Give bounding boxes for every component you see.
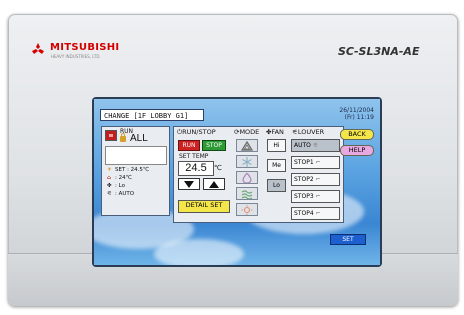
louver-position-icon: ⌐ [315, 159, 321, 166]
stat-room-temp-text: : 24℃ [115, 175, 132, 181]
screen-title: CHANGE [1F LOBBY G1] [100, 109, 204, 121]
louver-stop2-button[interactable]: STOP2 ⌐ [291, 173, 340, 186]
set-button[interactable]: SET [330, 234, 366, 245]
mode-header-label: MODE [239, 128, 260, 136]
date-label: 26/11/2004 [339, 107, 374, 114]
stop-button[interactable]: STOP [202, 140, 226, 151]
louver-auto-button[interactable]: AUTO ⚟ [291, 139, 340, 152]
sun-mode-icon [241, 205, 253, 215]
brand-subtitle: HEAVY INDUSTRIES, LTD. [51, 54, 101, 59]
triangle-down-icon [184, 181, 194, 188]
detail-set-button[interactable]: DETAIL SET [178, 200, 230, 213]
temp-unit: ℃ [214, 164, 222, 172]
stat-set-temp: ☀ SET : 24.5℃ [107, 167, 149, 173]
stat-louver: ⚟: AUTO [107, 191, 134, 197]
mitsubishi-diamonds-icon [32, 43, 44, 54]
louver-position-icon: ⌐ [315, 193, 321, 200]
stat-room-temp: ⌂ : 24℃ [107, 175, 132, 181]
louver-stop3-button[interactable]: STOP3 ⌐ [291, 190, 340, 203]
snowflake-icon [242, 157, 252, 167]
stat-louver-text: : AUTO [115, 191, 135, 197]
run-indicator-icon [105, 130, 117, 141]
remote-controller: MITSUBISHI HEAVY INDUSTRIES, LTD. SC-SL3… [8, 14, 458, 306]
mode-header: ⟳MODE [234, 128, 259, 136]
louver-position-icon: ⌐ [315, 210, 321, 217]
fan-lo-button[interactable]: Lo [267, 179, 286, 192]
mode-dry-button[interactable] [236, 171, 258, 184]
controls-panel: ⏻RUN/STOP ⟳MODE ✤FAN ⚟LOUVER RUN STOP SE… [173, 126, 344, 223]
stat-set-temp-text: SET : 24.5℃ [115, 167, 150, 173]
set-temp-label: SET TEMP [179, 153, 209, 160]
help-button[interactable]: HELP [340, 145, 374, 156]
louver-stop4-label: STOP4 [294, 210, 314, 217]
mode-fan-button[interactable] [236, 187, 258, 200]
louver-position-icon: ⌐ [315, 176, 321, 183]
run-stop-header-label: RUN/STOP [182, 128, 216, 136]
cloud-decoration [154, 239, 244, 265]
fan-icon: ✤ [107, 183, 112, 189]
louver-stop2-label: STOP2 [294, 176, 314, 183]
auto-mode-icon [241, 141, 253, 151]
louver-stop1-button[interactable]: STOP1 ⌐ [291, 156, 340, 169]
fan-me-button[interactable]: Me [267, 159, 286, 172]
mode-auto-button[interactable] [236, 139, 258, 152]
mode-heat-button[interactable] [236, 203, 258, 216]
back-button[interactable]: BACK [340, 129, 374, 140]
time-label: (Fr) 11:19 [344, 114, 374, 121]
brand-name: MITSUBISHI [50, 42, 120, 53]
louver-stop3-label: STOP3 [294, 193, 314, 200]
run-button[interactable]: RUN [178, 140, 200, 151]
triangle-up-icon [209, 181, 219, 188]
louver-stop1-label: STOP1 [294, 159, 314, 166]
house-icon: ⌂ [107, 175, 111, 181]
louver-header: ⚟LOUVER [292, 128, 324, 136]
lock-icon [120, 133, 126, 142]
fan-hi-button[interactable]: Hi [267, 139, 286, 152]
louver-header-label: LOUVER [297, 128, 325, 136]
stat-fan: ✤: Lo [107, 183, 125, 189]
date-time: 26/11/2004 (Fr) 11:19 [339, 107, 374, 121]
group-label: ALL [130, 133, 148, 144]
set-temp-value: 24.5 [178, 161, 214, 176]
temp-up-button[interactable] [203, 178, 225, 190]
fan-header-label: FAN [271, 128, 284, 136]
stat-fan-text: : Lo [115, 183, 125, 189]
louver-swing-icon: ⚟ [312, 142, 319, 149]
louver-icon: ⚟ [107, 191, 112, 197]
sun-icon: ☀ [107, 167, 112, 173]
screen-bezel: CHANGE [1F LOBBY G1] 26/11/2004 (Fr) 11:… [92, 97, 382, 267]
louver-auto-label: AUTO [294, 142, 311, 149]
droplet-icon [242, 173, 252, 183]
message-box [105, 146, 167, 165]
run-stop-header: ⏻RUN/STOP [177, 128, 216, 137]
louver-stop4-button[interactable]: STOP4 ⌐ [291, 207, 340, 220]
fan-header: ✤FAN [266, 128, 284, 136]
status-panel: RUN ALL ☀ SET : 24.5℃ ⌂: 24℃ ✤: Lo ⚟: AUT… [101, 126, 170, 216]
model-number: SC-SL3NA-AE [338, 45, 420, 58]
wind-icon [241, 190, 253, 199]
mode-cool-button[interactable] [236, 155, 258, 168]
temp-down-button[interactable] [178, 178, 200, 190]
touch-screen: CHANGE [1F LOBBY G1] 26/11/2004 (Fr) 11:… [94, 99, 380, 265]
